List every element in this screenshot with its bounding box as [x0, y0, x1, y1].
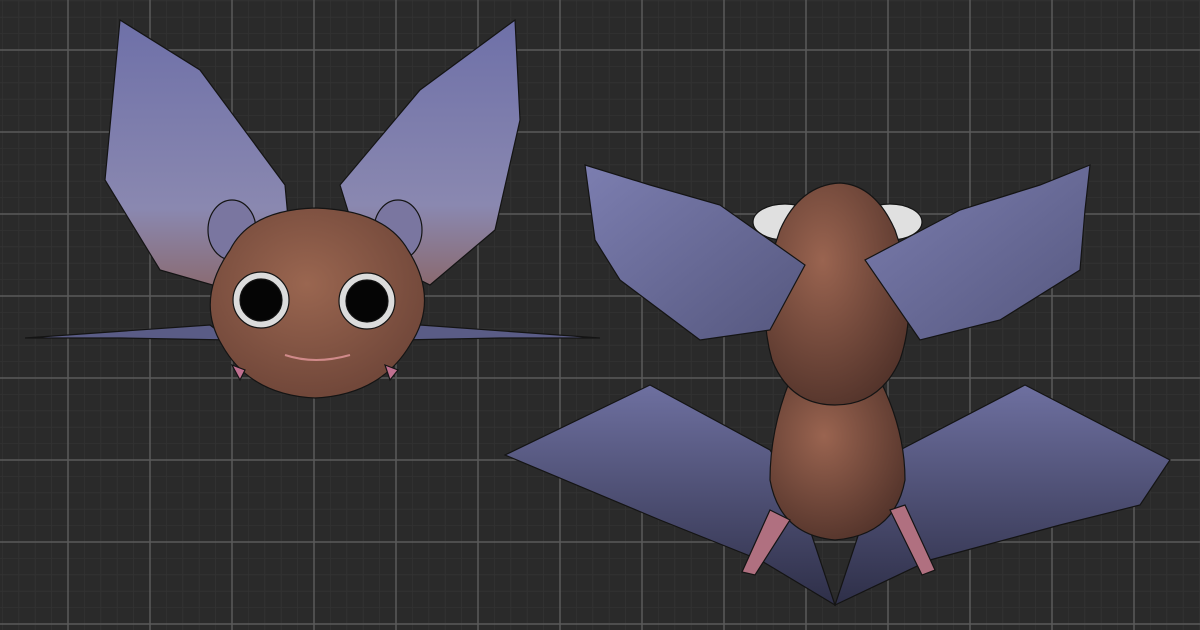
right-wing-edge: [398, 324, 601, 341]
bat-back-view: [503, 164, 1171, 607]
viewport[interactable]: [0, 0, 1200, 630]
right-eye: [345, 279, 389, 323]
bat-front-view: [24, 18, 601, 399]
left-wing-edge: [24, 324, 232, 341]
left-eye: [239, 278, 283, 322]
right-foot: [384, 363, 399, 382]
bat-model-scene: [24, 18, 1171, 607]
upper-ear-left: [584, 164, 806, 341]
